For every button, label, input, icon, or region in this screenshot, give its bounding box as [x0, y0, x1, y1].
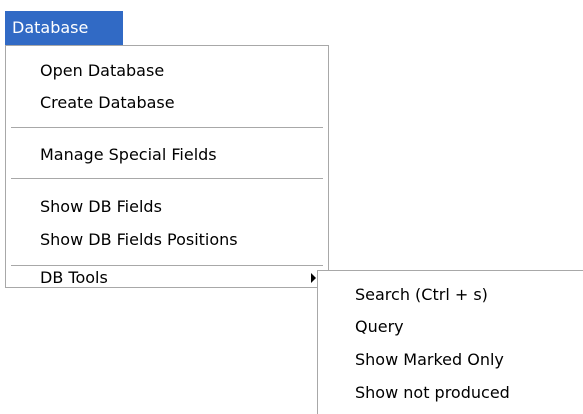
chevron-right-icon — [311, 273, 316, 283]
menu-separator — [11, 127, 323, 129]
submenu-item-search[interactable]: Search (Ctrl + s) — [318, 279, 583, 311]
menu-item-db-tools-label: DB Tools — [40, 268, 108, 287]
menu-item-db-tools[interactable]: DB Tools — [6, 266, 328, 289]
menu-item-open-database[interactable]: Open Database — [6, 55, 328, 87]
database-menu: Open Database Create Database Manage Spe… — [5, 45, 329, 288]
menu-item-show-db-fields[interactable]: Show DB Fields — [6, 191, 328, 223]
menu-separator — [11, 178, 323, 180]
submenu-item-show-marked-only[interactable]: Show Marked Only — [318, 344, 583, 376]
menubar-database[interactable]: Database — [5, 11, 123, 45]
submenu-item-query[interactable]: Query — [318, 311, 583, 343]
submenu-item-show-not-produced[interactable]: Show not produced — [318, 377, 583, 409]
menu-item-show-db-fields-positions[interactable]: Show DB Fields Positions — [6, 224, 328, 256]
menu-item-create-database[interactable]: Create Database — [6, 87, 328, 119]
menu-item-manage-special-fields[interactable]: Manage Special Fields — [6, 139, 328, 171]
db-tools-submenu: Search (Ctrl + s) Query Show Marked Only… — [317, 270, 583, 414]
